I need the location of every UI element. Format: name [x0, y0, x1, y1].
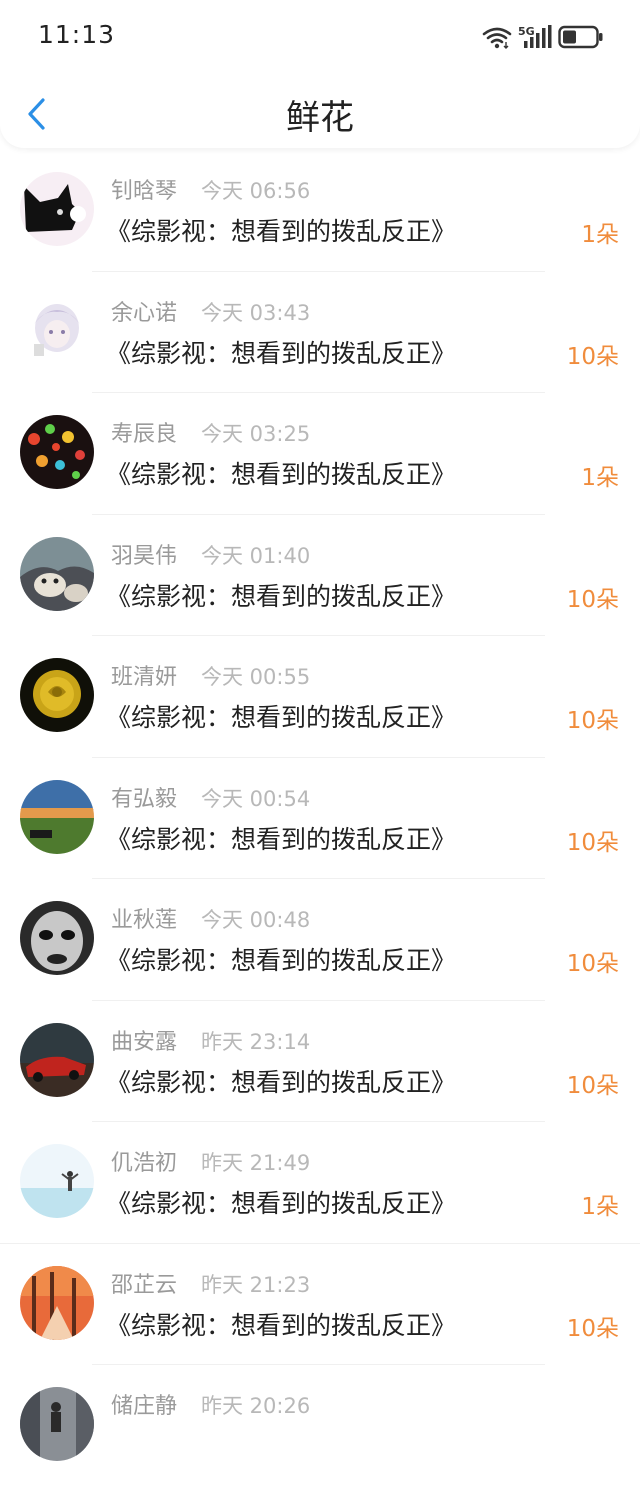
- list-item[interactable]: 羽昊伟 今天 01:40 《综影视：想看到的拨乱反正》 10朵: [0, 515, 640, 636]
- flower-count: 10朵: [566, 708, 619, 734]
- user-name: 曲安露: [111, 1029, 178, 1055]
- status-icons: 5G: [482, 22, 604, 52]
- page-title: 鲜花: [286, 98, 354, 138]
- flower-count: 10朵: [566, 586, 619, 613]
- book-title: 《综影视：想看到的拨乱反正》: [106, 338, 457, 368]
- flower-count: 10朵: [566, 1315, 619, 1342]
- list-item[interactable]: 仉浩初 昨天 21:49 《综影视：想看到的拨乱反正》 1朵: [0, 1122, 640, 1244]
- book-title: 《综影视：想看到的拨乱反正》: [106, 581, 457, 611]
- list-item[interactable]: 寿辰良 今天 03:25 《综影视：想看到的拨乱反正》 1朵: [0, 393, 640, 515]
- book-title: 《综影视：想看到的拨乱反正》: [106, 1067, 457, 1097]
- flower-records-list: 钊晗琴 今天 06:56 《综影视：想看到的拨乱反正》 1朵 余心诺 今天 03…: [0, 150, 640, 1487]
- yellow-rose-avatar[interactable]: [20, 658, 94, 732]
- timestamp: 今天 03:25: [201, 422, 311, 446]
- top-bar: 11:13 5G 鲜花: [0, 0, 640, 148]
- book-title: 《综影视：想看到的拨乱反正》: [106, 703, 457, 732]
- list-item[interactable]: 曲安露 昨天 23:14 《综影视：想看到的拨乱反正》 10朵: [0, 1001, 640, 1122]
- book-title: 《综影视：想看到的拨乱反正》: [106, 1310, 457, 1340]
- flower-count: 10朵: [566, 1072, 619, 1099]
- timestamp: 今天 00:48: [201, 908, 311, 932]
- list-item[interactable]: 储庄静 昨天 20:26: [0, 1365, 640, 1487]
- flower-count: 10朵: [566, 343, 619, 370]
- flower-count: 10朵: [566, 829, 619, 856]
- timestamp: 今天 00:54: [201, 786, 311, 811]
- book-title: 《综影视：想看到的拨乱反正》: [106, 1189, 457, 1218]
- red-sports-car-avatar[interactable]: [20, 1022, 94, 1097]
- user-name: 仉浩初: [111, 1151, 178, 1176]
- network-label: 5G: [518, 25, 535, 38]
- user-name: 邵芷云: [111, 1272, 178, 1298]
- flower-count: 1朵: [581, 465, 619, 491]
- anime-character-avatar[interactable]: [20, 293, 94, 368]
- list-item[interactable]: 邵芷云 昨天 21:23 《综影视：想看到的拨乱反正》 10朵: [0, 1244, 640, 1365]
- status-time: 11:13: [38, 20, 116, 49]
- battery-icon: [558, 25, 603, 49]
- user-name: 业秋莲: [111, 908, 178, 933]
- timestamp: 今天 03:43: [201, 300, 311, 325]
- bokeh-lights-avatar[interactable]: [20, 415, 94, 489]
- flower-count: 1朵: [581, 1194, 619, 1220]
- timestamp: 昨天 21:23: [201, 1272, 311, 1297]
- book-title: 《综影视：想看到的拨乱反正》: [106, 824, 457, 854]
- timestamp: 昨天 23:14: [201, 1029, 311, 1054]
- user-name: 钊晗琴: [111, 179, 178, 204]
- user-name: 班清妍: [111, 665, 178, 690]
- list-item[interactable]: 有弘毅 今天 00:54 《综影视：想看到的拨乱反正》 10朵: [0, 758, 640, 879]
- timestamp: 今天 01:40: [201, 543, 311, 568]
- timestamp: 今天 06:56: [201, 179, 311, 203]
- timestamp: 昨天 20:26: [201, 1394, 311, 1418]
- list-item[interactable]: 钊晗琴 今天 06:56 《综影视：想看到的拨乱反正》 1朵: [0, 150, 640, 272]
- flower-count: 10朵: [566, 951, 619, 977]
- city-street-avatar[interactable]: [20, 1387, 94, 1461]
- user-name: 余心诺: [111, 300, 178, 326]
- user-name: 储庄静: [111, 1394, 178, 1419]
- user-name: 羽昊伟: [111, 543, 178, 569]
- wifi-icon: [482, 27, 512, 49]
- husky-dog-avatar[interactable]: [20, 536, 94, 611]
- sunset-landscape-avatar[interactable]: [20, 779, 94, 854]
- list-item[interactable]: 业秋莲 今天 00:48 《综影视：想看到的拨乱反正》 10朵: [0, 879, 640, 1001]
- flower-count: 1朵: [581, 222, 619, 248]
- user-name: 寿辰良: [111, 422, 178, 447]
- user-name: 有弘毅: [111, 786, 178, 812]
- mask-face-avatar[interactable]: [20, 901, 94, 975]
- list-item[interactable]: 班清妍 今天 00:55 《综影视：想看到的拨乱反正》 10朵: [0, 636, 640, 758]
- autumn-forest-avatar[interactable]: [20, 1265, 94, 1340]
- beach-person-avatar[interactable]: [20, 1144, 94, 1218]
- black-cat-avatar[interactable]: [20, 172, 94, 246]
- signal-5g-icon: 5G: [518, 25, 552, 48]
- book-title: 《综影视：想看到的拨乱反正》: [106, 217, 457, 246]
- list-item[interactable]: 余心诺 今天 03:43 《综影视：想看到的拨乱反正》 10朵: [0, 272, 640, 393]
- book-title: 《综影视：想看到的拨乱反正》: [106, 946, 457, 975]
- timestamp: 昨天 21:49: [201, 1151, 311, 1175]
- timestamp: 今天 00:55: [201, 665, 311, 689]
- book-title: 《综影视：想看到的拨乱反正》: [106, 460, 457, 489]
